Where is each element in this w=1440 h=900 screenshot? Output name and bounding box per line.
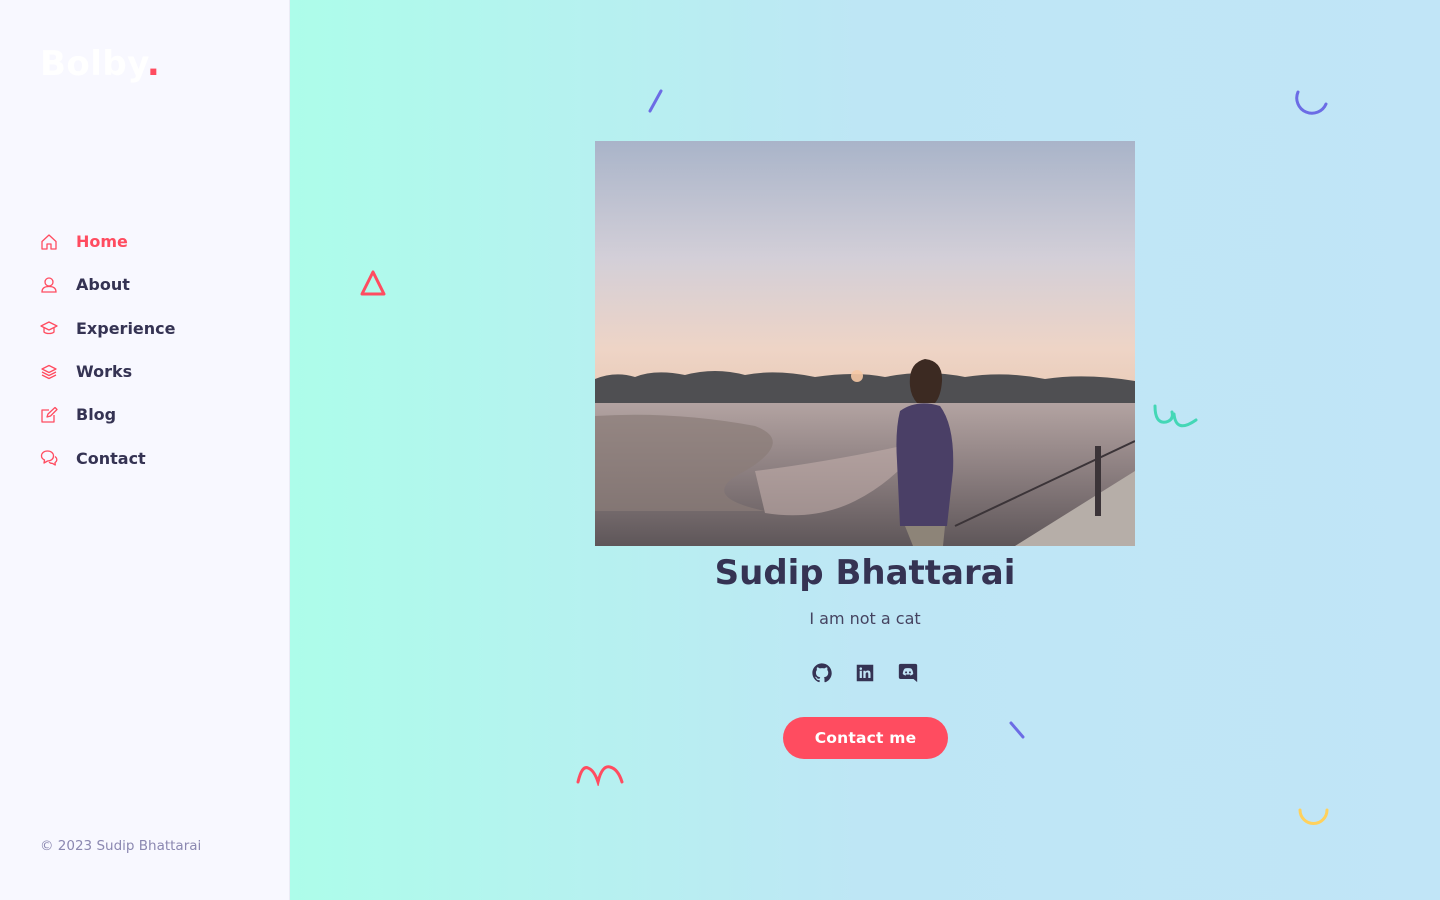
github-icon[interactable]	[811, 662, 833, 684]
linkedin-icon[interactable]	[854, 662, 876, 684]
copyright: © 2023 Sudip Bhattarai	[40, 838, 202, 854]
nav-label-experience: Experience	[76, 318, 176, 338]
nav-label-about: About	[76, 275, 130, 295]
line-shape-decoration-2	[1009, 721, 1025, 739]
triangle-shape-decoration	[360, 270, 386, 296]
note-icon	[40, 406, 58, 424]
home-icon	[40, 233, 58, 251]
logo-dot: .	[146, 44, 161, 84]
squiggle-shape-decoration	[1153, 404, 1198, 428]
layers-icon	[40, 363, 58, 381]
nav-item-home[interactable]: Home	[40, 220, 176, 263]
smile-arc-decoration	[1298, 808, 1329, 825]
bubbles-icon	[40, 449, 58, 467]
main-nav: Home About Experience Works Blog Contact	[40, 220, 176, 480]
nav-item-contact[interactable]: Contact	[40, 436, 176, 479]
profile-photo	[595, 141, 1135, 546]
sidebar: Bolby. Home About Experience Works Blog …	[0, 0, 290, 900]
nav-label-contact: Contact	[76, 448, 146, 468]
profile-name: Sudip Bhattarai	[714, 553, 1016, 593]
line-shape-decoration	[648, 89, 663, 113]
discord-icon[interactable]	[897, 662, 919, 684]
nav-label-home: Home	[76, 232, 128, 252]
nav-item-about[interactable]: About	[40, 263, 176, 306]
social-links	[290, 662, 1440, 684]
nav-label-blog: Blog	[76, 405, 117, 425]
nav-item-experience[interactable]: Experience	[40, 307, 176, 350]
profile-tagline: I am not a cat	[809, 609, 921, 628]
logo[interactable]: Bolby.	[40, 44, 160, 84]
contact-me-button[interactable]: Contact me	[783, 717, 948, 759]
arc-shape-decoration	[1295, 90, 1328, 115]
graduation-cap-icon	[40, 319, 58, 337]
logo-text: Bolby	[40, 44, 147, 84]
user-icon	[40, 276, 58, 294]
nav-label-works: Works	[76, 362, 133, 382]
hero-section: Sudip Bhattarai I am not a cat Contact m…	[290, 0, 1440, 900]
wave-shape-decoration	[576, 765, 624, 786]
nav-item-blog[interactable]: Blog	[40, 393, 176, 436]
nav-item-works[interactable]: Works	[40, 350, 176, 393]
